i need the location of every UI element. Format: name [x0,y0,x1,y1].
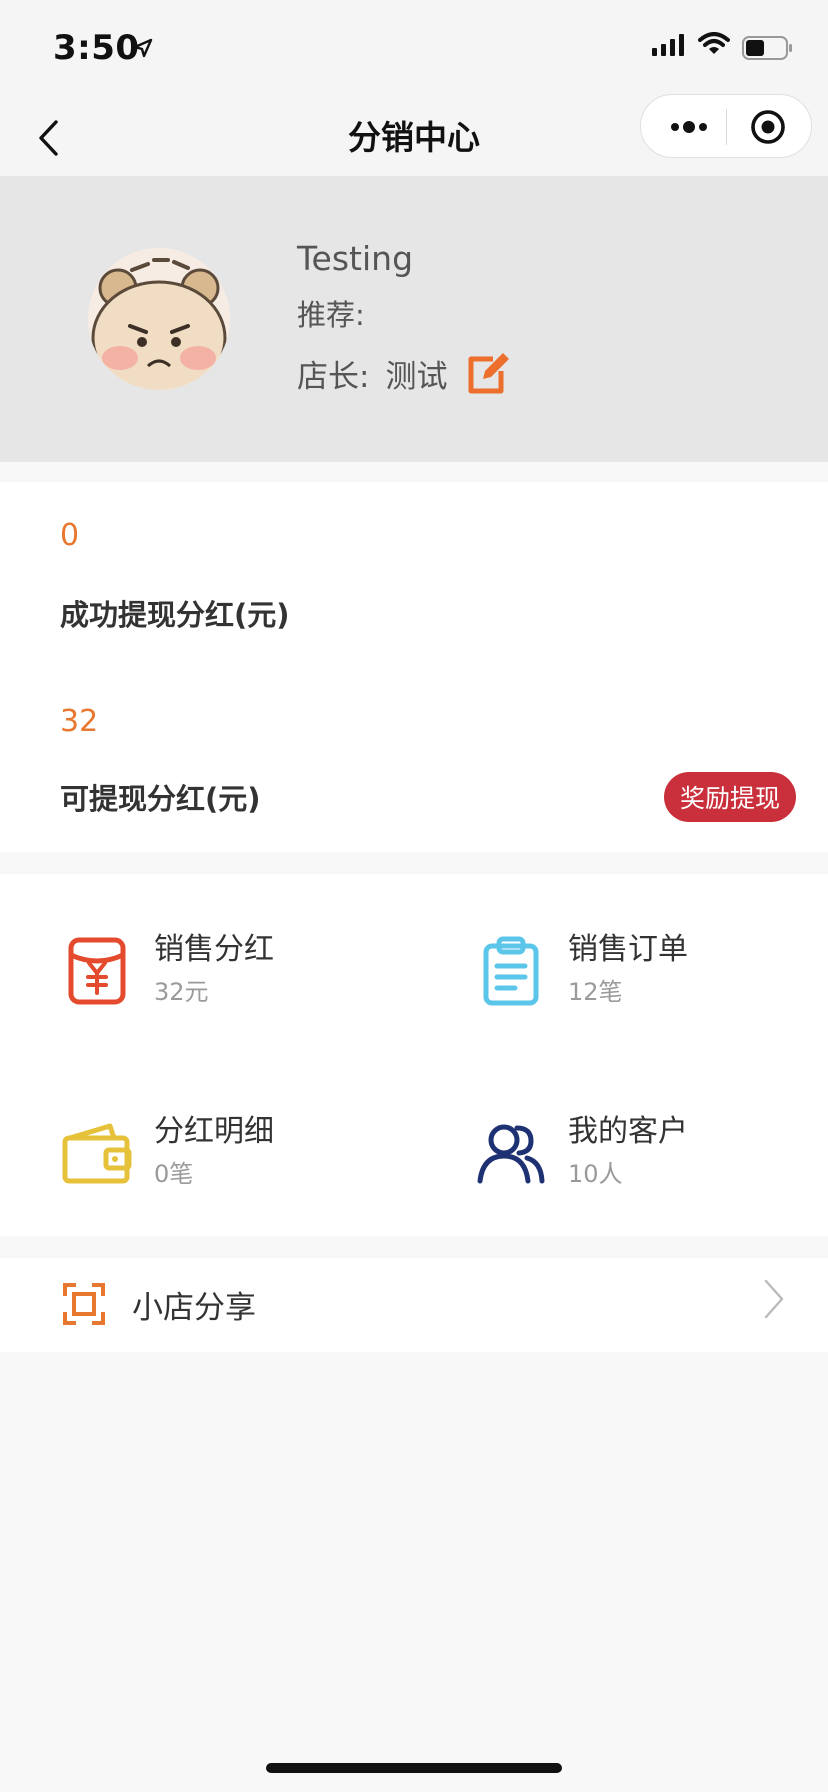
withdrawn-value: 0 [60,518,80,553]
grid-item-sales-dividend[interactable]: 销售分红 32元 [60,924,420,1044]
nav-bar: 分销中心 [0,94,828,176]
cellular-signal-icon [652,34,684,56]
wallet-icon [62,1123,132,1184]
target-circle-icon [751,110,785,144]
more-button[interactable] [659,107,719,147]
shop-share-label: 小店分享 [132,1290,256,1326]
edit-icon [468,353,510,394]
status-bar: 3:50 [0,0,828,100]
grid-item-title: 分红明细 [154,1114,274,1149]
avatar [88,248,230,390]
grid-item-sub: 10人 [568,1160,623,1188]
function-grid: 销售分红 32元 销售订单 12笔 分红明细 0笔 我的客户 10人 [0,874,828,1236]
users-icon [477,1124,545,1184]
location-arrow-icon [133,38,153,58]
chevron-right-icon [764,1279,784,1319]
shop-share-row[interactable]: 小店分享 [0,1258,828,1352]
hamster-avatar-icon [88,248,230,390]
grid-item-title: 销售订单 [568,932,688,967]
close-miniprogram-button[interactable] [743,107,793,147]
wifi-icon [698,32,730,54]
available-value: 32 [60,704,99,739]
edit-owner-button[interactable] [465,350,511,396]
red-envelope-icon [68,937,126,1005]
grid-item-sales-orders[interactable]: 销售订单 12笔 [474,924,828,1044]
grid-item-title: 我的客户 [568,1114,688,1149]
clipboard-icon [483,936,539,1006]
profile-name: Testing [297,239,414,278]
withdrawn-label: 成功提现分红(元) [60,598,290,632]
miniprogram-capsule [640,94,812,158]
status-time: 3:50 [53,28,140,68]
battery-icon [742,36,792,60]
grid-item-sub: 12笔 [568,978,623,1006]
owner-label: 店长: [297,358,370,395]
grid-item-dividend-details[interactable]: 分红明细 0笔 [60,1106,420,1226]
profile-owner-row: 店长: 测试 [297,350,511,396]
owner-value: 测试 [385,358,448,395]
capsule-divider [726,109,727,145]
profile-header: Testing 推荐: 店长: 测试 [0,176,828,462]
more-dots-icon [671,121,707,133]
grid-item-my-customers[interactable]: 我的客户 10人 [474,1106,828,1226]
earnings-stats: 0 成功提现分红(元) 32 可提现分红(元) 奖励提现 [0,482,828,852]
home-indicator[interactable] [266,1763,562,1773]
scan-frame-icon [63,1283,105,1325]
withdraw-button[interactable]: 奖励提现 [664,772,796,822]
profile-referrer: 推荐: [297,298,365,332]
grid-item-sub: 32元 [154,978,209,1006]
available-label: 可提现分红(元) [60,782,261,816]
grid-item-title: 销售分红 [154,932,274,967]
grid-item-sub: 0笔 [154,1160,194,1188]
